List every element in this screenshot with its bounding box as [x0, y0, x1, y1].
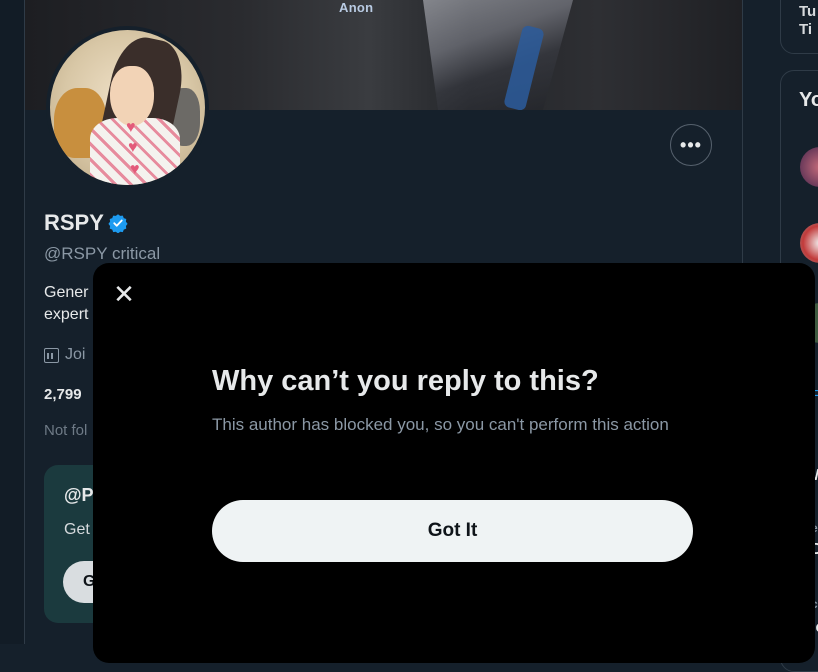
- not-followed-note: Not fol: [44, 422, 88, 439]
- profile-page: Anon ♥ ♥ ♥ ••• RSPY @RSPY critical Gener…: [0, 0, 818, 672]
- avatar-image: ♥ ♥ ♥: [50, 30, 205, 185]
- profile-display-name: RSPY: [44, 210, 128, 236]
- verified-badge-icon[interactable]: [108, 213, 128, 233]
- profile-handle: @RSPY critical: [44, 244, 161, 263]
- trending-line: Ti: [799, 21, 813, 38]
- got-it-button[interactable]: Got It: [212, 500, 693, 562]
- trending-line: Tu: [799, 3, 817, 20]
- heart-icon: ♥: [130, 161, 140, 178]
- dialog-title: Why can’t you reply to this?: [212, 365, 599, 397]
- close-button[interactable]: ✕: [107, 277, 141, 311]
- joined-date: Joi: [44, 346, 85, 364]
- suggestion-avatar[interactable]: [800, 223, 818, 263]
- suggestions-title: Yo: [799, 89, 818, 111]
- trending-card[interactable]: Tu Ti: [780, 0, 818, 54]
- subscription-text: Get: [64, 521, 90, 538]
- bio-line: expert: [44, 306, 89, 323]
- banner-caption: Anon: [339, 0, 374, 15]
- close-icon: ✕: [113, 279, 135, 309]
- display-name-text: RSPY: [44, 210, 104, 235]
- joined-text: Joi: [65, 346, 86, 363]
- calendar-icon: [44, 347, 59, 363]
- dialog-body: This author has blocked you, so you can'…: [212, 415, 669, 434]
- banner-figure: [423, 0, 573, 110]
- profile-avatar[interactable]: ♥ ♥ ♥: [46, 26, 209, 189]
- left-nav-rail: [0, 0, 24, 644]
- heart-icon: ♥: [126, 119, 136, 136]
- more-options-button[interactable]: •••: [670, 124, 712, 166]
- heart-icon: ♥: [128, 139, 138, 156]
- subscription-title: @P: [64, 485, 94, 505]
- bio-line: Gener: [44, 284, 89, 301]
- following-count[interactable]: 2,799: [44, 386, 82, 403]
- avatar-face: [110, 66, 154, 126]
- reply-restriction-dialog: ✕ Why can’t you reply to this? This auth…: [93, 263, 815, 663]
- more-icon: •••: [680, 134, 702, 155]
- suggestion-avatar[interactable]: [800, 147, 818, 187]
